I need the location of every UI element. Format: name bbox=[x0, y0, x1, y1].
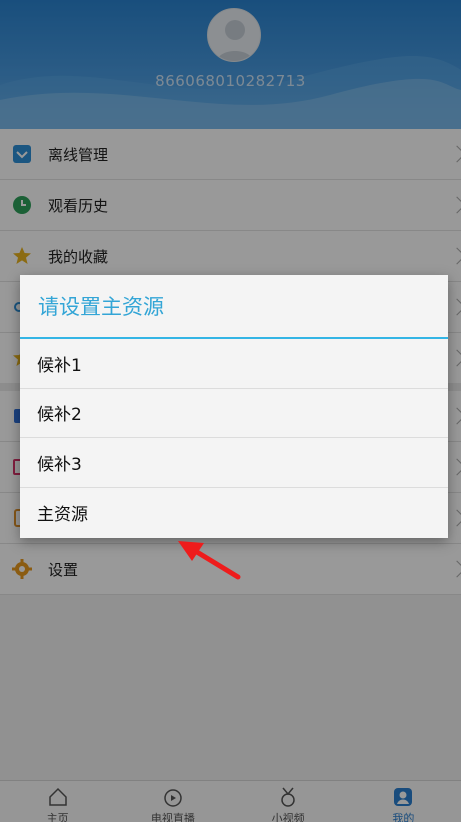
dialog-title: 请设置主资源 bbox=[20, 275, 448, 339]
dialog-option-backup-3[interactable]: 候补3 bbox=[20, 438, 448, 488]
set-main-source-dialog: 请设置主资源 候补1 候补2 候补3 主资源 bbox=[20, 275, 448, 538]
dialog-option-main-source[interactable]: 主资源 bbox=[20, 488, 448, 538]
dialog-option-backup-1[interactable]: 候补1 bbox=[20, 339, 448, 389]
annotation-arrow-icon bbox=[178, 541, 241, 580]
dialog-option-backup-2[interactable]: 候补2 bbox=[20, 389, 448, 438]
